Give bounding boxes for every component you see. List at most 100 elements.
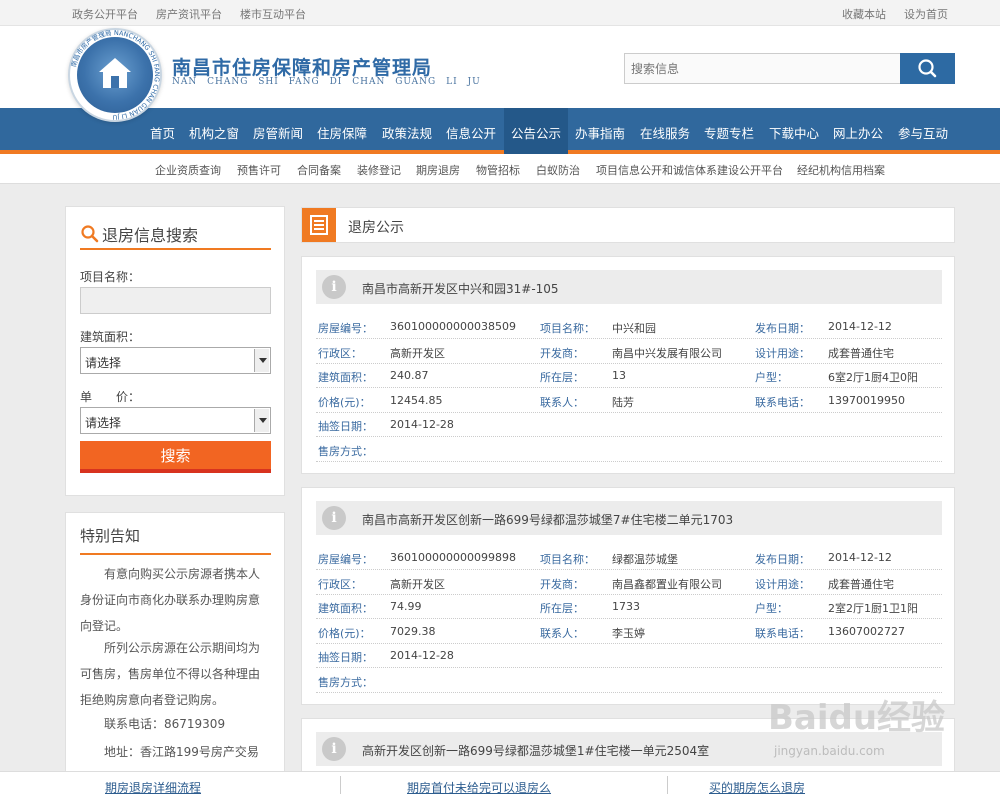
detail-row: 行政区： 高新开发区 开发商： 南昌鑫都置业有限公司 设计用途： 成套普通住宅	[316, 570, 942, 595]
notice-phone: 联系电话：86719309	[104, 717, 226, 731]
detail-row: 价格(元)： 7029.38 联系人： 李玉婷 联系电话： 1360700272…	[316, 619, 942, 644]
nav-item-info-disclosure[interactable]: 信息公开	[446, 123, 496, 142]
card-header[interactable]: i 南昌市高新开发区创新一路699号绿都温莎城堡7#住宅楼二单元1703	[316, 501, 942, 535]
magnifier-icon	[918, 59, 937, 78]
notice-title: 特别告知	[80, 525, 271, 555]
detail-row: 房屋编号： 360100000000038509 项目名称： 中兴和园 发布日期…	[316, 314, 942, 339]
field-label: 行政区：	[318, 347, 362, 360]
subnav-item-agency-credit[interactable]: 经纪机构信用档案	[797, 162, 885, 178]
field-label: 售房方式：	[318, 676, 373, 689]
area-select-value: 请选择	[85, 356, 122, 370]
sub-nav: 企业资质查询 预售许可 合同备案 装修登记 期房退房 物管招标 白蚁防治 项目信…	[0, 154, 1000, 184]
field-label: 项目名称：	[540, 553, 595, 566]
detail-row: 行政区： 高新开发区 开发商： 南昌中兴发展有限公司 设计用途： 成套普通住宅	[316, 339, 942, 364]
related-link-down-payment[interactable]: 期房首付未给完可以退房么	[407, 779, 551, 795]
card-title: 南昌市高新开发区创新一路699号绿都温莎城堡7#住宅楼二单元1703	[362, 513, 734, 527]
search-box	[624, 53, 901, 84]
nav-item-policies[interactable]: 政策法规	[382, 123, 432, 142]
refund-card: i 南昌市高新开发区创新一路699号绿都温莎城堡7#住宅楼二单元1703 房屋编…	[301, 487, 955, 705]
field-value: 360100000000099898	[390, 551, 516, 564]
field-label: 发布日期：	[755, 322, 810, 335]
site-logo[interactable]: 南昌市房产管理局 NANCHANG SHI FANG CHAN GUAN LI …	[68, 28, 162, 122]
link-set-homepage[interactable]: 设为首页	[904, 6, 948, 22]
subnav-item-refund[interactable]: 期房退房	[416, 162, 460, 178]
related-link-how-to-refund[interactable]: 买的期房怎么退房	[709, 779, 805, 795]
field-value: 2014-12-12	[828, 320, 892, 333]
project-name-input[interactable]	[80, 287, 271, 314]
header: 南昌市房产管理局 NANCHANG SHI FANG CHAN GUAN LI …	[0, 26, 1000, 122]
nav-item-topics[interactable]: 专题专栏	[704, 123, 754, 142]
field-label: 户型：	[755, 371, 788, 384]
site-subtitle: NAN CHANG SHI FANG DI CHAN GUANG LI JU	[172, 77, 481, 87]
link-gov-platform[interactable]: 政务公开平台	[72, 6, 138, 22]
field-label: 房屋编号：	[318, 553, 373, 566]
subnav-item-presale[interactable]: 预售许可	[237, 162, 281, 178]
field-value: 2014-12-28	[390, 649, 454, 662]
chevron-down-icon	[254, 409, 269, 432]
subnav-item-property-mgmt[interactable]: 物管招标	[476, 162, 520, 178]
area-select[interactable]: 请选择	[80, 347, 271, 374]
nav-item-downloads[interactable]: 下载中心	[769, 123, 819, 142]
detail-row: 售房方式：	[316, 437, 942, 462]
divider	[340, 776, 341, 794]
field-value: 中兴和园	[612, 322, 656, 335]
section-header: 退房公示	[301, 207, 955, 243]
detail-row: 房屋编号： 360100000000099898 项目名称： 绿都温莎城堡 发布…	[316, 545, 942, 570]
price-select[interactable]: 请选择	[80, 407, 271, 434]
field-label: 设计用途：	[755, 347, 810, 360]
field-value: 13607002727	[828, 625, 905, 638]
nav-item-online-office[interactable]: 网上办公	[833, 123, 883, 142]
field-label: 联系人：	[540, 627, 584, 640]
card-header[interactable]: i 南昌市高新开发区中兴和园31#-105	[316, 270, 942, 304]
list-icon	[302, 208, 336, 242]
detail-row: 建筑面积： 240.87 所在层： 13 户型： 6室2厅1厨4卫0阳	[316, 363, 942, 388]
field-value: 1733	[612, 600, 640, 613]
field-label: 户型：	[755, 602, 788, 615]
field-value: 74.99	[390, 600, 422, 613]
price-label: 单 价：	[80, 390, 141, 404]
subnav-item-project-info[interactable]: 项目信息公开和诚信体系建设公开平台	[596, 162, 783, 178]
subnav-item-contract[interactable]: 合同备案	[297, 162, 341, 178]
link-interact-platform[interactable]: 楼市互动平台	[240, 6, 306, 22]
field-label: 建筑面积：	[318, 371, 373, 384]
field-label: 发布日期：	[755, 553, 810, 566]
link-info-platform[interactable]: 房产资讯平台	[156, 6, 222, 22]
field-value: 7029.38	[390, 625, 436, 638]
field-label: 设计用途：	[755, 578, 810, 591]
refund-search-button[interactable]: 搜索	[80, 441, 271, 473]
nav-item-interaction[interactable]: 参与互动	[898, 123, 948, 142]
top-bar: 政务公开平台 房产资讯平台 楼市互动平台 收藏本站 设为首页	[0, 0, 1000, 26]
nav-item-online-service[interactable]: 在线服务	[640, 123, 690, 142]
nav-item-institutions[interactable]: 机构之窗	[189, 123, 239, 142]
field-value: 2014-12-12	[828, 551, 892, 564]
field-label: 所在层：	[540, 371, 584, 384]
subnav-item-decoration[interactable]: 装修登记	[357, 162, 401, 178]
link-bookmark[interactable]: 收藏本站	[842, 6, 886, 22]
related-link-refund-process[interactable]: 期房退房详细流程	[105, 779, 201, 795]
field-value: 李玉婷	[612, 627, 645, 640]
subnav-item-qualification[interactable]: 企业资质查询	[155, 162, 221, 178]
field-label: 建筑面积：	[318, 602, 373, 615]
nav-item-housing-security[interactable]: 住房保障	[317, 123, 367, 142]
field-value: 成套普通住宅	[828, 578, 894, 591]
field-value: 13	[612, 369, 626, 382]
refund-search-panel: 退房信息搜索 项目名称： 建筑面积： 请选择 单 价： 请选择 搜索	[65, 206, 285, 496]
divider	[667, 776, 668, 794]
nav-item-news[interactable]: 房管新闻	[253, 123, 303, 142]
field-value: 12454.85	[390, 394, 443, 407]
field-label: 项目名称：	[540, 322, 595, 335]
nav-item-announcements[interactable]: 公告公示	[511, 123, 561, 142]
subnav-item-termite[interactable]: 白蚁防治	[536, 162, 580, 178]
watermark-logo-text: Baidu经验	[768, 698, 946, 738]
field-label: 联系电话：	[755, 396, 810, 409]
search-button[interactable]	[900, 53, 955, 84]
field-label: 售房方式：	[318, 445, 373, 458]
price-select-value: 请选择	[85, 416, 122, 430]
nav-item-guide[interactable]: 办事指南	[575, 123, 625, 142]
nav-item-home[interactable]: 首页	[150, 123, 175, 142]
search-input[interactable]	[625, 54, 900, 83]
area-label: 建筑面积：	[80, 330, 141, 344]
field-value: 2室2厅1厨1卫1阳	[828, 602, 918, 615]
field-label: 联系电话：	[755, 627, 810, 640]
field-value: 南昌中兴发展有限公司	[612, 347, 722, 360]
